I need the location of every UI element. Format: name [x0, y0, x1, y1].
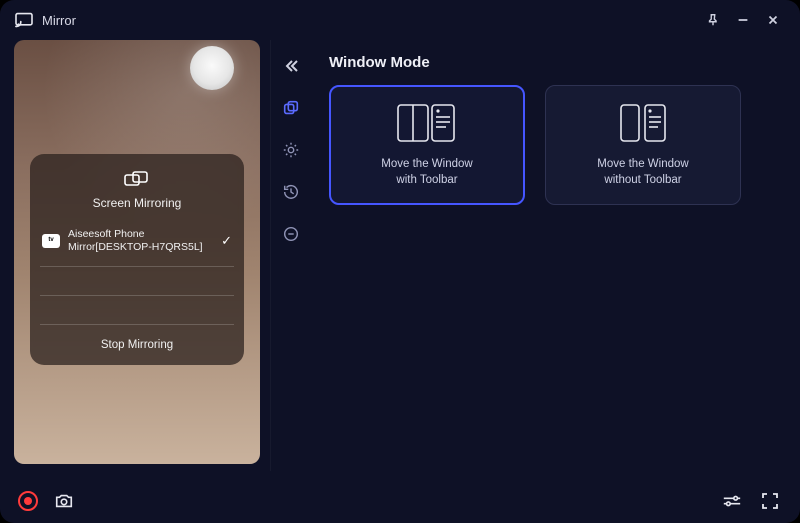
settings-area: Window Mode [270, 40, 786, 471]
close-button[interactable] [760, 7, 786, 33]
app-body: Screen Mirroring tv Aiseesoft Phone Mirr… [0, 40, 800, 479]
window-mode-panel: Window Mode [311, 40, 786, 471]
device-tv-badge: tv [42, 234, 60, 248]
window-mode-tab[interactable] [277, 94, 305, 122]
preview-lamp-decoration [190, 46, 234, 90]
window-without-toolbar-icon [613, 101, 673, 145]
window-mode-option-without-toolbar[interactable]: Move the Window without Toolbar [545, 85, 741, 205]
mirroring-device-name: Aiseesoft Phone Mirror[DESKTOP-H7QRS5L] [68, 228, 213, 254]
window-with-toolbar-icon [392, 101, 462, 145]
collapse-rail-button[interactable] [277, 52, 305, 80]
history-tab[interactable] [277, 178, 305, 206]
footer [0, 479, 800, 523]
minimize-button[interactable] [730, 7, 756, 33]
settings-tab[interactable] [277, 136, 305, 164]
screen-mirroring-panel: Screen Mirroring tv Aiseesoft Phone Mirr… [30, 154, 244, 365]
divider [40, 266, 234, 267]
mirroring-header: Screen Mirroring [40, 170, 234, 210]
screens-overlap-icon [123, 170, 151, 190]
option-caption: Move the Window without Toolbar [597, 157, 688, 188]
cast-icon [14, 12, 34, 28]
record-button[interactable] [18, 491, 38, 511]
divider [40, 324, 234, 325]
adjust-button[interactable] [720, 489, 744, 513]
device-preview: Screen Mirroring tv Aiseesoft Phone Mirr… [14, 40, 260, 464]
more-tab[interactable] [277, 220, 305, 248]
window-mode-options: Move the Window with Toolbar [329, 85, 768, 205]
titlebar: Mirror [0, 0, 800, 40]
option-caption: Move the Window with Toolbar [381, 157, 472, 188]
stop-mirroring-button[interactable]: Stop Mirroring [40, 331, 234, 355]
divider [40, 295, 234, 296]
mirroring-title: Screen Mirroring [93, 196, 182, 210]
screenshot-button[interactable] [52, 489, 76, 513]
mirroring-device-row[interactable]: tv Aiseesoft Phone Mirror[DESKTOP-H7QRS5… [40, 222, 234, 260]
window-mode-option-with-toolbar[interactable]: Move the Window with Toolbar [329, 85, 525, 205]
app-title: Mirror [42, 13, 76, 28]
check-icon: ✓ [221, 233, 232, 249]
fullscreen-button[interactable] [758, 489, 782, 513]
pin-button[interactable] [700, 7, 726, 33]
side-rail [271, 40, 311, 471]
panel-title: Window Mode [329, 54, 768, 71]
app-window: Mirror [0, 0, 800, 523]
